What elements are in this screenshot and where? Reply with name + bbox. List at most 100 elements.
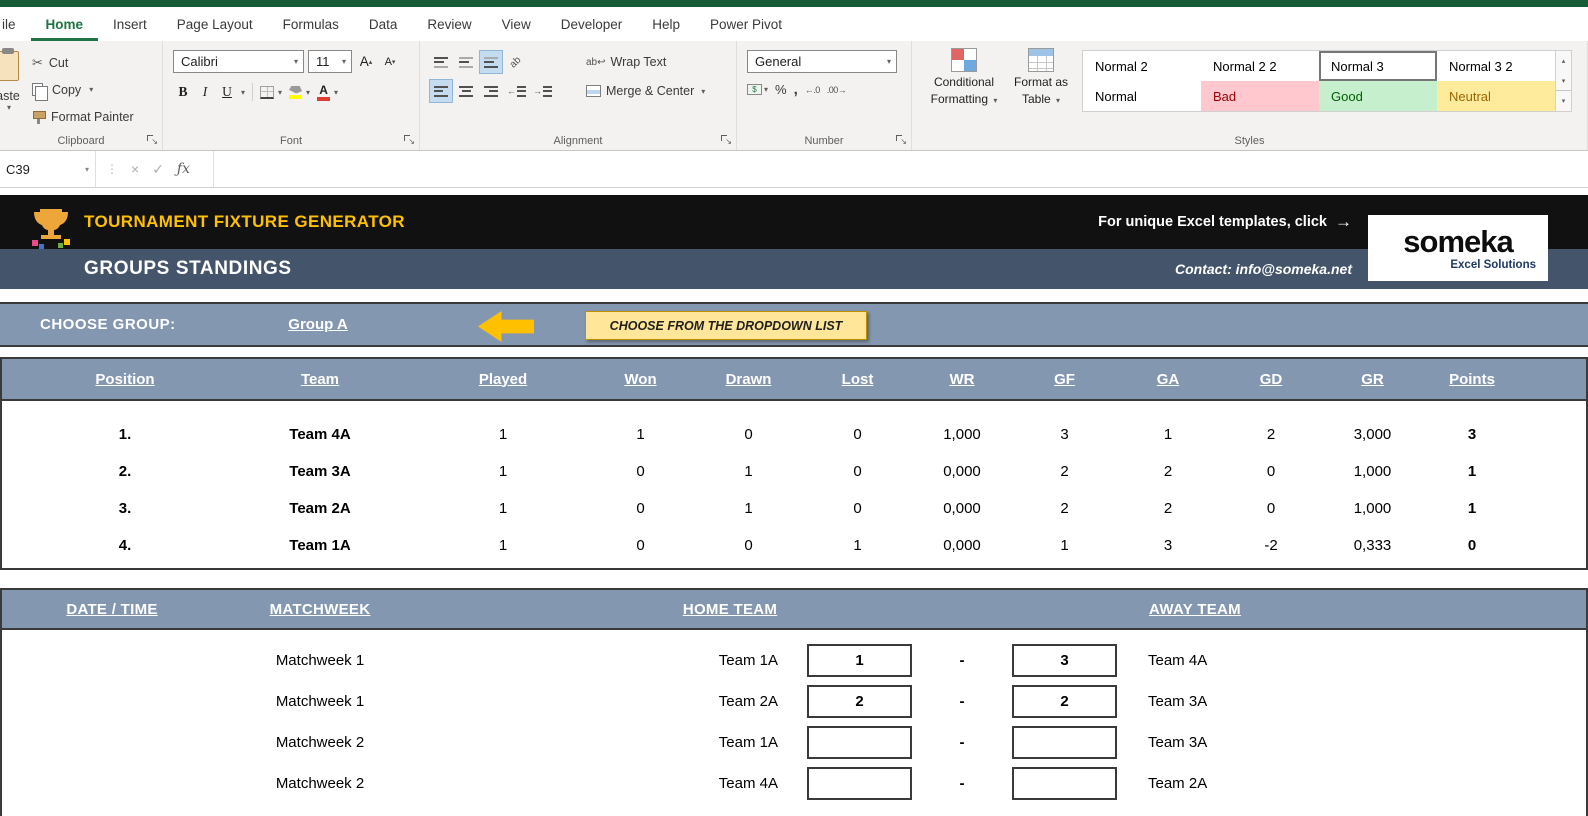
- tab-file[interactable]: ile: [0, 7, 31, 41]
- increase-indent-icon[interactable]: →: [531, 80, 554, 102]
- style-normal-2[interactable]: Normal 2: [1083, 51, 1201, 81]
- style-neutral[interactable]: Neutral: [1437, 81, 1555, 111]
- cell-drawn: 0: [693, 537, 804, 554]
- align-center-icon[interactable]: [455, 80, 477, 102]
- merge-center-label: Merge & Center: [606, 84, 694, 98]
- tab-home[interactable]: Home: [31, 7, 99, 41]
- percent-style-button[interactable]: %: [775, 82, 787, 97]
- comma-style-button[interactable]: ,: [794, 81, 798, 98]
- number-format-select[interactable]: General ▾: [747, 50, 897, 73]
- decrease-indent-icon[interactable]: ←: [505, 80, 528, 102]
- cancel-icon[interactable]: ×: [131, 161, 139, 177]
- away-score-input[interactable]: 2: [1012, 685, 1117, 718]
- copy-button[interactable]: Copy ▾: [32, 76, 134, 103]
- gallery-scroll-down-icon[interactable]: ▾: [1556, 71, 1571, 91]
- tab-page-layout[interactable]: Page Layout: [162, 7, 268, 41]
- decrease-font-size-icon[interactable]: A▾: [380, 51, 400, 73]
- enter-icon[interactable]: ✓: [152, 161, 164, 178]
- style-normal-3-2[interactable]: Normal 3 2: [1437, 51, 1555, 81]
- tab-power-pivot[interactable]: Power Pivot: [695, 7, 797, 41]
- font-size-select[interactable]: 11 ▾: [308, 50, 352, 73]
- number-dialog-launcher[interactable]: ↘: [896, 135, 907, 146]
- paste-dropdown-icon: ▾: [7, 103, 11, 112]
- away-score-input[interactable]: [1012, 767, 1117, 800]
- font-dialog-launcher[interactable]: ↘: [404, 135, 415, 146]
- gallery-scroll-up-icon[interactable]: ▴: [1556, 51, 1571, 71]
- cut-button[interactable]: ✂ Cut: [32, 49, 134, 76]
- accounting-format-button[interactable]: $ ▾: [747, 84, 768, 95]
- tab-data[interactable]: Data: [354, 7, 413, 41]
- cell-matchweek: Matchweek 2: [222, 775, 418, 792]
- group-dropdown[interactable]: Group A: [240, 304, 396, 345]
- align-right-icon[interactable]: [480, 80, 502, 102]
- font-name-caret-icon: ▾: [290, 57, 298, 66]
- tab-formulas[interactable]: Formulas: [268, 7, 354, 41]
- styles-group-label: Styles: [912, 135, 1587, 147]
- alignment-group-label: Alignment: [420, 135, 736, 147]
- align-left-icon[interactable]: [430, 80, 452, 102]
- tab-review[interactable]: Review: [412, 7, 486, 41]
- alignment-dialog-launcher[interactable]: ↘: [721, 135, 732, 146]
- tab-developer[interactable]: Developer: [546, 7, 638, 41]
- align-bottom-icon[interactable]: [480, 51, 502, 73]
- paste-button[interactable]: aste ▾: [0, 41, 24, 150]
- clipboard-group-label: Clipboard: [0, 135, 162, 147]
- fill-color-bar: [289, 95, 302, 99]
- align-top-icon[interactable]: [430, 51, 452, 73]
- style-normal-2-2[interactable]: Normal 2 2: [1201, 51, 1319, 81]
- home-score-input[interactable]: 1: [807, 644, 912, 677]
- style-normal-3[interactable]: Normal 3: [1319, 51, 1437, 81]
- away-score-input[interactable]: 3: [1012, 644, 1117, 677]
- bold-button[interactable]: B: [173, 81, 193, 103]
- wrap-text-icon: ab↩: [586, 57, 606, 68]
- font-color-icon[interactable]: A: [317, 84, 330, 101]
- increase-font-size-icon[interactable]: A▴: [356, 51, 376, 73]
- name-box[interactable]: C39 ▾: [0, 151, 96, 187]
- clipboard-stack: ✂ Cut Copy ▾ Format Painter: [24, 41, 134, 150]
- formula-input[interactable]: [214, 151, 1588, 187]
- promo-arrow-icon: →: [1335, 212, 1352, 232]
- orientation-icon[interactable]: ab: [505, 51, 527, 73]
- cell-gr: 1,000: [1322, 463, 1423, 480]
- italic-button[interactable]: I: [195, 81, 215, 103]
- font-name-select[interactable]: Calibri ▾: [173, 50, 304, 73]
- number-group-label: Number: [737, 135, 911, 147]
- merge-center-dropdown-icon: ▾: [701, 87, 705, 96]
- cell-gf: 2: [1013, 500, 1116, 517]
- tab-help[interactable]: Help: [637, 7, 695, 41]
- fixture-row: Matchweek 1 Team 1A 1 - 3 Team 4A: [2, 640, 1586, 681]
- tab-view[interactable]: View: [487, 7, 546, 41]
- header-matchweek: MATCHWEEK: [222, 601, 418, 618]
- home-score-input[interactable]: 2: [807, 685, 912, 718]
- home-score-input[interactable]: [807, 726, 912, 759]
- underline-button[interactable]: U: [217, 81, 237, 103]
- cell-points: 1: [1423, 500, 1521, 517]
- wrap-text-button[interactable]: ab↩ Wrap Text: [586, 50, 666, 74]
- decrease-decimal-button[interactable]: .00→: [827, 85, 847, 95]
- cell-gf: 1: [1013, 537, 1116, 554]
- splitter-icon: ⋮: [106, 162, 118, 176]
- align-middle-icon[interactable]: [455, 51, 477, 73]
- cell-lost: 0: [804, 500, 911, 517]
- home-score-input[interactable]: [807, 767, 912, 800]
- format-painter-button[interactable]: Format Painter: [32, 103, 134, 130]
- standings-body: 1. Team 4A 1 1 0 0 1,000 3 1 2 3,000 3 2…: [2, 401, 1586, 564]
- tab-insert[interactable]: Insert: [98, 7, 162, 41]
- format-as-table-icon: [1028, 48, 1054, 72]
- fill-color-icon[interactable]: [289, 86, 302, 99]
- increase-decimal-button[interactable]: ←.0: [805, 85, 820, 95]
- score-separator: -: [927, 652, 997, 669]
- style-bad[interactable]: Bad: [1201, 81, 1319, 111]
- merge-center-button[interactable]: Merge & Center ▾: [586, 79, 705, 103]
- currency-icon: $: [747, 84, 762, 95]
- paste-icon: [0, 51, 19, 81]
- away-score-input[interactable]: [1012, 726, 1117, 759]
- style-good[interactable]: Good: [1319, 81, 1437, 111]
- gallery-more-icon[interactable]: ▾: [1556, 90, 1571, 111]
- style-normal[interactable]: Normal: [1083, 81, 1201, 111]
- choose-group-bar: CHOOSE GROUP: Group A CHOOSE FROM THE DR…: [0, 302, 1588, 347]
- insert-function-icon[interactable]: ƒx: [177, 161, 190, 177]
- paint-bucket-icon: [289, 86, 302, 94]
- clipboard-dialog-launcher[interactable]: ↘: [147, 135, 158, 146]
- borders-icon[interactable]: [260, 86, 274, 99]
